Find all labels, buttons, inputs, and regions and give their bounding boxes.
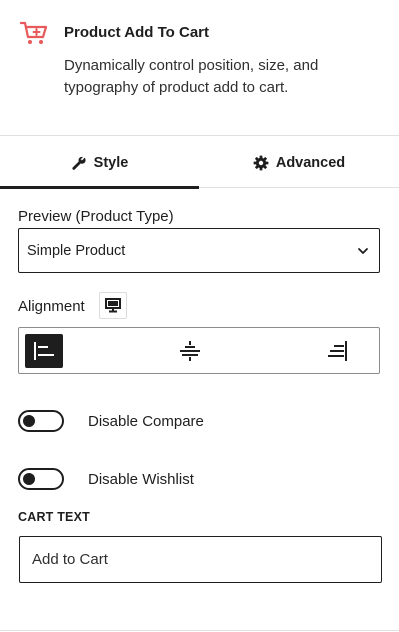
align-left-button[interactable] — [25, 334, 63, 368]
align-center-button[interactable] — [171, 334, 209, 368]
tab-style[interactable]: Style — [0, 137, 199, 189]
block-description: Dynamically control position, size, and … — [64, 57, 319, 96]
product-type-value: Simple Product — [27, 243, 126, 259]
cart-text-label: CART TEXT — [18, 510, 90, 524]
alignment-button-group — [18, 327, 380, 374]
align-right-icon — [328, 341, 347, 361]
gear-icon — [253, 155, 269, 170]
cart-plus-icon — [20, 21, 48, 44]
preview-label: Preview (Product Type) — [18, 208, 174, 225]
alignment-label: Alignment — [18, 298, 85, 315]
active-tab-indicator — [0, 186, 199, 189]
align-right-button[interactable] — [318, 334, 356, 368]
product-type-select[interactable]: Simple Product — [18, 228, 380, 273]
toggle-knob — [23, 473, 35, 485]
cart-text-input[interactable] — [19, 536, 382, 583]
disable-compare-toggle[interactable] — [18, 410, 64, 432]
desktop-icon — [105, 298, 121, 313]
chevron-down-icon — [358, 248, 368, 254]
tab-advanced-label: Advanced — [275, 154, 346, 171]
align-center-icon — [180, 341, 200, 361]
responsive-device-button[interactable] — [99, 292, 127, 319]
disable-compare-label: Disable Compare — [88, 413, 204, 430]
disable-wishlist-toggle[interactable] — [18, 468, 64, 490]
tab-advanced[interactable]: Advanced — [199, 137, 399, 188]
toggle-knob — [23, 415, 35, 427]
align-left-icon — [34, 342, 54, 360]
block-title: Product Add To Cart — [64, 24, 209, 41]
panel-divider — [0, 630, 399, 631]
block-header: Product Add To Cart Dynamically control … — [0, 0, 399, 136]
disable-wishlist-label: Disable Wishlist — [88, 471, 194, 488]
wrench-icon — [72, 156, 86, 170]
tab-style-label: Style — [93, 154, 129, 171]
panel-tabs: Style Advanced — [0, 137, 399, 189]
